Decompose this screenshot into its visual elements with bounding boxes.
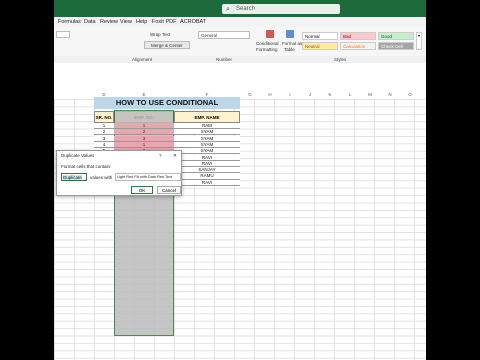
menu-data[interactable]: Data	[84, 19, 96, 25]
group-alignment: Alignment	[132, 57, 153, 62]
cell-sr-no[interactable]: 2	[94, 129, 114, 136]
cancel-button[interactable]: Cancel	[157, 186, 181, 194]
dialog-instruction: Format cells that contain:	[61, 164, 112, 169]
align-top-buttons[interactable]	[104, 31, 144, 39]
style-normal[interactable]: Normal	[302, 32, 338, 40]
format-as-table-label-2[interactable]: Table	[284, 47, 295, 52]
cell-emp-no[interactable]: 1	[114, 123, 174, 130]
group-number: Number	[216, 57, 233, 62]
merge-center-button[interactable]: Merge & Center	[144, 41, 190, 49]
column-header[interactable]: J	[300, 92, 320, 99]
search-box[interactable]: ⌕ Search	[222, 4, 340, 14]
values-with-label: values with	[90, 175, 113, 180]
column-header[interactable]: G	[240, 92, 260, 99]
format-as-table-icon[interactable]	[286, 30, 294, 38]
menu-review[interactable]: Review	[100, 19, 118, 25]
style-check-cell[interactable]: Check Cell	[378, 42, 414, 50]
cell-emp-name[interactable]: RAM	[174, 123, 240, 130]
ok-button[interactable]: OK	[131, 186, 153, 194]
cell-emp-name[interactable]: SYAM	[174, 148, 240, 155]
format-as-table-label-1[interactable]: Format as	[282, 41, 302, 46]
format-value: Light Red Fill with Dark Red Text	[117, 175, 173, 179]
cell-emp-no[interactable]: 2	[114, 129, 174, 136]
menu-foxit[interactable]: Foxit PDF	[152, 19, 176, 25]
font-size-select[interactable]	[56, 31, 70, 38]
group-styles: Styles	[334, 57, 347, 62]
merge-center-label: Merge & Center	[151, 43, 183, 48]
close-icon[interactable]: ✕	[173, 153, 177, 159]
ribbon-group-labels: Alignment Number Styles	[54, 56, 426, 63]
column-header[interactable]: N	[380, 92, 400, 99]
cell-sr-no[interactable]: 1	[94, 123, 114, 130]
conditional-formatting-icon[interactable]	[266, 30, 274, 38]
column-header[interactable]: H	[260, 92, 280, 99]
cell-emp-no[interactable]: 3	[114, 135, 174, 142]
cell-emp-name[interactable]: RAVI	[174, 160, 240, 167]
cell-sr-no[interactable]: 3	[94, 135, 114, 142]
cell-sr-no[interactable]: 4	[94, 141, 114, 149]
column-header[interactable]: I	[280, 92, 300, 99]
search-placeholder: Search	[236, 6, 256, 12]
style-good[interactable]: Good	[378, 32, 414, 40]
column-header[interactable]: L	[340, 92, 360, 99]
wrap-text-button[interactable]: Wrap Text	[150, 32, 170, 37]
title-bar: ⌕ Search	[54, 0, 426, 17]
cell-emp-name[interactable]: SYAM	[174, 129, 240, 136]
excel-window: ⌕ Search Formulas Data Review View Help …	[54, 0, 426, 360]
cell-emp-no[interactable]: 1	[114, 141, 174, 149]
conditional-formatting-label-1[interactable]: Conditional	[256, 41, 279, 46]
cell-emp-name[interactable]: RAVI	[174, 154, 240, 161]
header-emp-name[interactable]: EMP. NAME	[174, 111, 240, 123]
header-sr-no[interactable]: SR. NO.	[94, 111, 114, 123]
style-calculation[interactable]: Calculation	[340, 42, 376, 50]
format-select[interactable]: Light Red Fill with Dark Red Text	[115, 173, 181, 181]
duplicate-type-select[interactable]: Duplicate	[61, 173, 87, 181]
sheet-title[interactable]: HOW TO USE CONDITIONAL FORMATTING	[94, 97, 240, 119]
style-neutral[interactable]: Neutral	[302, 42, 338, 50]
help-icon[interactable]: ?	[159, 153, 162, 158]
column-header[interactable]: K	[320, 92, 340, 99]
menu-view[interactable]: View	[120, 19, 132, 25]
number-format-value: General	[201, 33, 218, 38]
column-header[interactable]: O	[400, 92, 420, 99]
menu-help[interactable]: Help	[136, 19, 147, 25]
cell-emp-name[interactable]: SANJAY	[174, 167, 240, 174]
cell-emp-name[interactable]: SYAM	[174, 141, 240, 149]
menu-acrobat[interactable]: ACROBAT	[180, 19, 206, 25]
cell-emp-name[interactable]: RAVI	[174, 179, 240, 186]
column-header[interactable]: M	[360, 92, 380, 99]
search-icon: ⌕	[226, 6, 230, 13]
conditional-formatting-label-2[interactable]: Formatting	[256, 47, 278, 52]
styles-more-icon[interactable]: ▾	[416, 32, 422, 50]
menu-bar: Formulas Data Review View Help Foxit PDF…	[54, 17, 426, 27]
cell-emp-name[interactable]: RAMU	[174, 173, 240, 180]
style-bad[interactable]: Bad	[340, 32, 376, 40]
menu-formulas[interactable]: Formulas	[58, 19, 81, 25]
dialog-title: Duplicate Values	[61, 153, 95, 158]
duplicate-values-dialog: Duplicate Values ? ✕ Format cells that c…	[56, 150, 182, 196]
duplicate-type-value: Duplicate	[63, 175, 82, 180]
number-format-select[interactable]: General	[198, 31, 250, 39]
cell-emp-name[interactable]: SYAM	[174, 135, 240, 142]
